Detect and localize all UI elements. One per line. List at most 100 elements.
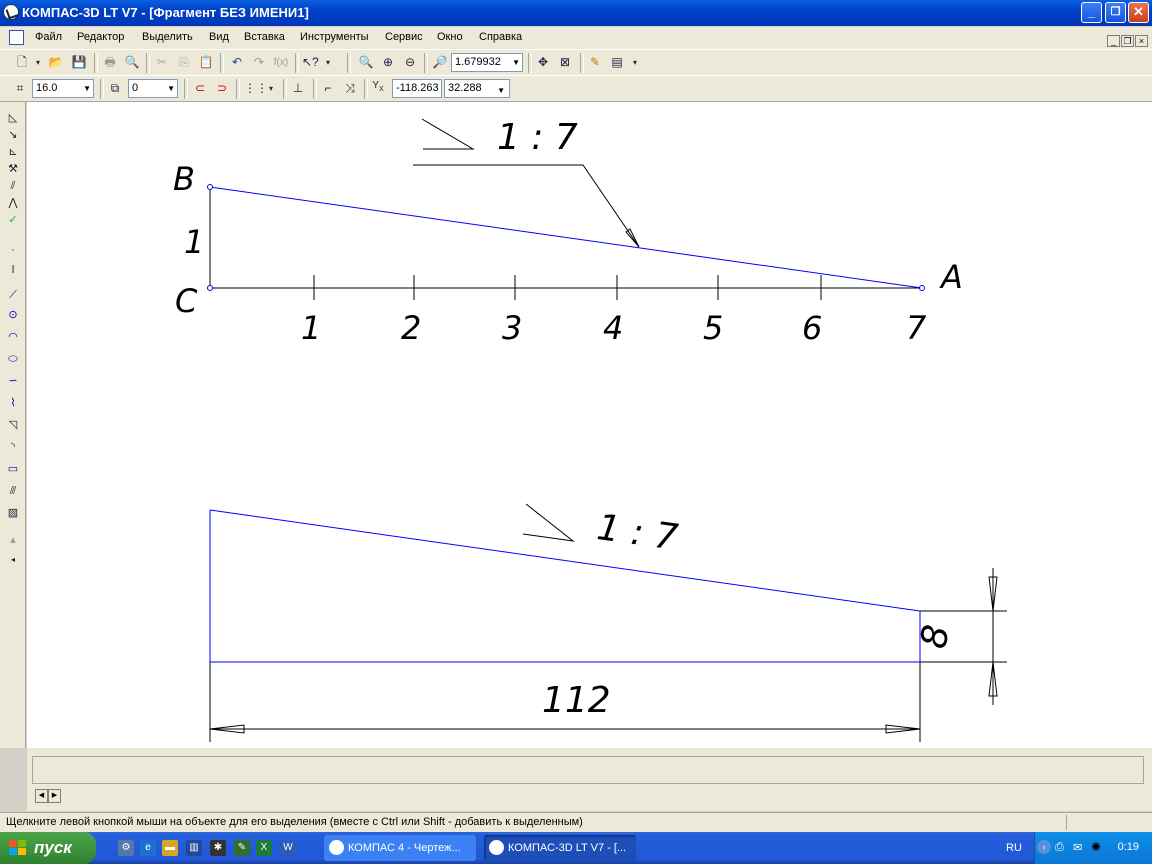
paste-icon[interactable]: 📋	[198, 55, 214, 70]
tray-antivirus-icon[interactable]: ✺	[1091, 840, 1101, 854]
menu-window[interactable]: Окно	[437, 31, 463, 43]
help-pointer-icon[interactable]: ↖?	[302, 55, 319, 70]
zoom-dropdown-icon[interactable]: ▼	[512, 54, 520, 71]
refresh-icon[interactable]: ✎	[587, 55, 603, 70]
copy-icon[interactable]: ⎘	[176, 55, 192, 70]
word-quicklaunch-icon[interactable]: W	[280, 840, 296, 856]
document-icon[interactable]	[9, 30, 24, 45]
menu-insert[interactable]: Вставка	[244, 31, 285, 43]
task-kompas4[interactable]: КОМПАС 4 - Чертеж...	[324, 835, 476, 861]
parametric-icon[interactable]: ⤨	[342, 81, 358, 96]
panel-scroll-left-icon[interactable]: ◂	[5, 552, 21, 568]
snap-icon[interactable]: ⊂	[192, 81, 208, 96]
ie-quicklaunch-icon[interactable]: e	[140, 840, 156, 856]
doc-minimize-button[interactable]: _	[1107, 35, 1120, 47]
excel-quicklaunch-icon[interactable]: X	[256, 840, 272, 856]
editing-group-icon[interactable]: ⚒	[5, 161, 21, 177]
scroll-left-icon[interactable]: ◀	[35, 789, 48, 803]
function-icon[interactable]: f(x)	[271, 55, 291, 70]
grid-dropdown-icon[interactable]: ▾	[263, 81, 279, 96]
point-icon[interactable]: ·	[5, 242, 21, 258]
help-dropdown-icon[interactable]: ▾	[320, 55, 336, 70]
minimize-button[interactable]: _	[1081, 2, 1102, 23]
close-button[interactable]: ✕	[1128, 2, 1149, 23]
zoom-window-icon[interactable]: 🔍	[358, 55, 374, 70]
segment-icon[interactable]: ⟋	[5, 287, 21, 303]
drawing-area[interactable]: 1 : 7 B C A 1 1 2 3 4 5 6 7 112 8 1: 7	[27, 102, 1152, 748]
layer-icon[interactable]: ⧉	[107, 81, 123, 96]
language-indicator[interactable]: RU	[1006, 842, 1022, 854]
start-button[interactable]: пуск	[0, 832, 96, 864]
menu-view[interactable]: Вид	[209, 31, 229, 43]
undo-icon[interactable]: ↶	[229, 55, 245, 70]
geometry-group-icon[interactable]: ◺	[5, 110, 21, 126]
kompas-app-icon[interactable]	[3, 4, 19, 20]
zoom-in-icon[interactable]: ⊕	[380, 55, 396, 70]
measure-group-icon[interactable]: ⋀	[5, 195, 21, 211]
tray-network-icon[interactable]: ⎙	[1055, 841, 1064, 854]
menu-help[interactable]: Справка	[479, 31, 522, 43]
local-snap-icon[interactable]: ⊃	[214, 81, 230, 96]
new-dropdown-icon[interactable]: ▾	[30, 55, 46, 70]
coord-y-field[interactable]: 32.288 ▼	[444, 79, 510, 98]
menu-file[interactable]: Файл	[35, 31, 62, 43]
panel-scroll-up-icon[interactable]: ▴	[5, 532, 21, 548]
grid-icon[interactable]: ⋮⋮	[244, 81, 268, 96]
local-cs-icon[interactable]: ⊥	[290, 81, 306, 96]
menu-service[interactable]: Сервис	[385, 31, 423, 43]
cut-icon[interactable]: ✂	[154, 55, 170, 70]
zoom-out-icon[interactable]: ⊖	[402, 55, 418, 70]
new-document-icon[interactable]: 🗋	[14, 55, 30, 70]
polyline-icon[interactable]: ⌇	[5, 395, 21, 411]
print-icon[interactable]: 🖶	[102, 55, 118, 70]
tool-quicklaunch-icon[interactable]: ✎	[234, 840, 250, 856]
layer-combo[interactable]: 0 ▼	[128, 79, 178, 98]
app-quicklaunch-icon[interactable]: ▥	[186, 840, 202, 856]
step-combo[interactable]: 16.0 ▼	[32, 79, 94, 98]
chamfer-icon[interactable]: ◹	[5, 417, 21, 433]
print-preview-icon[interactable]: 🔍	[124, 55, 140, 70]
coord-x-field[interactable]: -118.263	[392, 79, 442, 98]
save-icon[interactable]: 💾	[71, 55, 87, 70]
coord-dropdown-icon[interactable]: ▼	[497, 82, 505, 99]
show-all-icon[interactable]: ⊠	[557, 55, 573, 70]
desktop-quicklaunch-icon[interactable]: ⚙	[118, 840, 134, 856]
step-dropdown-icon[interactable]: ▼	[83, 80, 91, 97]
panel-icon[interactable]: ▤	[609, 55, 625, 70]
folder-quicklaunch-icon[interactable]: ▬	[162, 840, 178, 856]
spline-icon[interactable]: ∽	[5, 373, 21, 389]
select-group-icon[interactable]: ✓	[5, 212, 21, 228]
zoom-scale-icon[interactable]: 🔎	[432, 55, 448, 70]
menu-edit[interactable]: Редактор	[77, 31, 124, 43]
doc-close-button[interactable]: ×	[1135, 35, 1148, 47]
hatch-icon[interactable]: ▨	[5, 505, 21, 521]
equidistant-icon[interactable]: ⫻	[5, 483, 21, 499]
maximize-button[interactable]: ❐	[1105, 2, 1126, 23]
zoom-combo[interactable]: 1.679932 ▼	[451, 53, 523, 72]
arc-icon[interactable]: ◠	[5, 329, 21, 345]
fillet-icon[interactable]: ◝	[5, 439, 21, 455]
drawing-svg[interactable]: 1 : 7 B C A 1 1 2 3 4 5 6 7 112 8 1: 7	[27, 102, 1152, 748]
tray-mail-icon[interactable]: ✉	[1073, 841, 1082, 854]
doc-restore-button[interactable]: ❐	[1121, 35, 1134, 47]
circle-icon[interactable]: ⊙	[5, 307, 21, 323]
auxiliary-line-icon[interactable]: ǀ	[5, 262, 21, 278]
ortho-icon[interactable]: ⌐	[320, 81, 336, 96]
task-kompas-lt[interactable]: КОМПАС-3D LT V7 - [...	[484, 835, 636, 861]
menu-tools[interactable]: Инструменты	[300, 31, 369, 43]
redo-icon[interactable]: ↷	[251, 55, 267, 70]
open-icon[interactable]: 📂	[48, 55, 64, 70]
dimensions-group-icon[interactable]: ↘	[5, 127, 21, 143]
panel-dropdown-icon[interactable]: ▾	[627, 55, 643, 70]
ellipse-icon[interactable]: ⬭	[5, 351, 21, 367]
menu-select[interactable]: Выделить	[142, 31, 193, 43]
parametrization-group-icon[interactable]: ⫽	[5, 178, 21, 194]
tray-expand-icon[interactable]: ‹	[1037, 840, 1051, 854]
rectangle-icon[interactable]: ▭	[5, 461, 21, 477]
pan-icon[interactable]: ✥	[535, 55, 551, 70]
kompas-quicklaunch-icon[interactable]: ✱	[210, 840, 226, 856]
layer-dropdown-icon[interactable]: ▼	[167, 80, 175, 97]
scroll-right-icon[interactable]: ▶	[48, 789, 61, 803]
symbols-group-icon[interactable]: ⊾	[5, 144, 21, 160]
step-icon[interactable]: ⌗	[12, 81, 28, 96]
